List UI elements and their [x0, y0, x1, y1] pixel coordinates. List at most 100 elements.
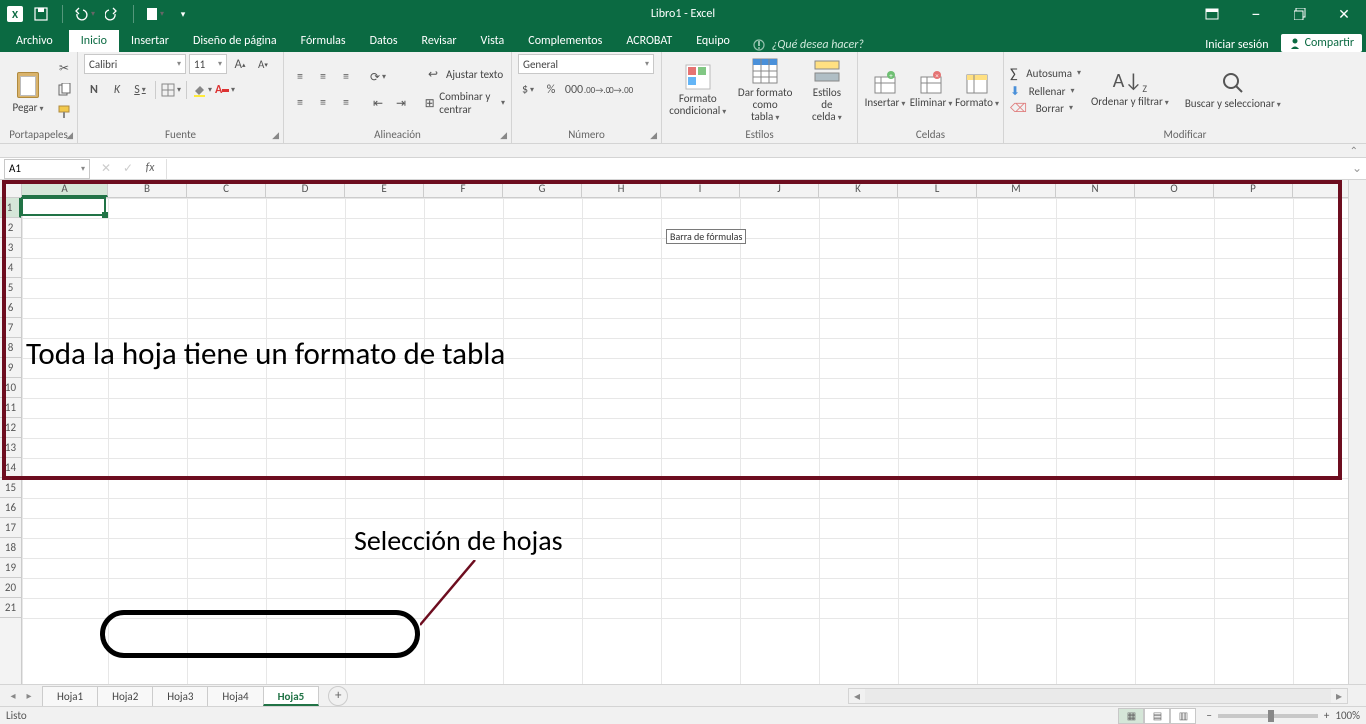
sort-filter-button[interactable]: A↓ZOrdenar y filtrar▾: [1085, 69, 1175, 110]
tab-equipo[interactable]: Equipo: [684, 30, 742, 52]
row-header-10[interactable]: 10: [0, 378, 21, 398]
row-header-3[interactable]: 3: [0, 238, 21, 258]
column-header-F[interactable]: F: [424, 180, 503, 197]
column-header-M[interactable]: M: [977, 180, 1056, 197]
row-header-14[interactable]: 14: [0, 458, 21, 478]
percent-icon[interactable]: %: [541, 80, 561, 100]
tab-acrobat[interactable]: ACROBAT: [614, 30, 684, 52]
conditional-format-button[interactable]: Formato condicional▾: [668, 61, 728, 119]
borders-icon[interactable]: ▾: [161, 80, 181, 100]
column-header-C[interactable]: C: [187, 180, 266, 197]
increase-decimal-icon[interactable]: .00→.0: [587, 80, 607, 100]
italic-button[interactable]: K: [107, 80, 127, 100]
format-cells-button[interactable]: Formato▾: [956, 69, 998, 111]
row-header-1[interactable]: 1: [0, 198, 21, 218]
sheet-tab-hoja2[interactable]: Hoja2: [97, 686, 153, 706]
fill-button[interactable]: ⬇ Rellenar▾: [1010, 84, 1081, 99]
format-painter-icon[interactable]: [54, 102, 74, 122]
zoom-level[interactable]: 100%: [1335, 709, 1360, 722]
row-header-21[interactable]: 21: [0, 598, 21, 618]
tab-insertar[interactable]: Insertar: [119, 30, 181, 52]
row-header-11[interactable]: 11: [0, 398, 21, 418]
row-header-5[interactable]: 5: [0, 278, 21, 298]
sign-in-link[interactable]: Iniciar sesión: [1193, 38, 1280, 52]
row-header-13[interactable]: 13: [0, 438, 21, 458]
dialog-launcher-icon[interactable]: ◢: [500, 130, 507, 141]
column-header-K[interactable]: K: [819, 180, 898, 197]
close-button[interactable]: ✕: [1322, 0, 1366, 28]
sheet-nav-next-icon[interactable]: ▸: [22, 689, 36, 702]
row-header-19[interactable]: 19: [0, 558, 21, 578]
decrease-indent-icon[interactable]: ⇤: [368, 93, 388, 113]
row-header-2[interactable]: 2: [0, 218, 21, 238]
comma-icon[interactable]: 000: [564, 80, 584, 100]
horizontal-scrollbar[interactable]: ◂▸: [848, 688, 1348, 704]
align-right-icon[interactable]: ≡: [336, 93, 356, 113]
spreadsheet-grid[interactable]: ABCDEFGHIJKLMNOP 12345678910111213141516…: [0, 180, 1366, 684]
tab-inicio[interactable]: Inicio: [69, 30, 119, 52]
currency-icon[interactable]: $▾: [518, 80, 538, 100]
font-color-icon[interactable]: A▾: [215, 80, 235, 100]
tell-me[interactable]: ¿Qué desea hacer?: [742, 38, 874, 52]
row-header-8[interactable]: 8: [0, 338, 21, 358]
row-header-18[interactable]: 18: [0, 538, 21, 558]
tab-complementos[interactable]: Complementos: [516, 30, 614, 52]
delete-cells-button[interactable]: ×Eliminar▾: [910, 69, 952, 111]
tab-formulas[interactable]: Fórmulas: [289, 30, 358, 52]
dialog-launcher-icon[interactable]: ◢: [650, 130, 657, 141]
number-format-combo[interactable]: General▾: [518, 54, 654, 74]
fill-handle[interactable]: [102, 212, 108, 218]
sheet-tab-hoja5[interactable]: Hoja5: [263, 686, 320, 706]
align-middle-icon[interactable]: ≡: [313, 67, 333, 87]
column-header-H[interactable]: H: [582, 180, 661, 197]
align-center-icon[interactable]: ≡: [313, 93, 333, 113]
paste-button[interactable]: Pegar▾: [6, 64, 50, 116]
column-header-A[interactable]: A: [22, 180, 108, 197]
page-layout-view-button[interactable]: ▤: [1144, 708, 1170, 724]
column-header-O[interactable]: O: [1135, 180, 1214, 197]
underline-button[interactable]: S▾: [130, 80, 150, 100]
normal-view-button[interactable]: ▦: [1118, 708, 1144, 724]
dialog-launcher-icon[interactable]: ◢: [272, 130, 279, 141]
column-header-D[interactable]: D: [266, 180, 345, 197]
cut-icon[interactable]: ✂: [54, 58, 74, 78]
cell-styles-button[interactable]: Estilos de celda▾: [803, 55, 851, 125]
row-header-15[interactable]: 15: [0, 478, 21, 498]
column-header-E[interactable]: E: [345, 180, 424, 197]
align-left-icon[interactable]: ≡: [290, 93, 310, 113]
find-select-button[interactable]: Buscar y seleccionar▾: [1179, 68, 1287, 112]
sheet-tab-hoja3[interactable]: Hoja3: [152, 686, 208, 706]
tab-archivo[interactable]: Archivo: [0, 30, 69, 52]
zoom-slider[interactable]: [1218, 714, 1318, 718]
row-header-6[interactable]: 6: [0, 298, 21, 318]
fill-color-icon[interactable]: ▾: [192, 80, 212, 100]
increase-font-icon[interactable]: A▴: [230, 54, 250, 74]
tab-datos[interactable]: Datos: [358, 30, 410, 52]
dialog-launcher-icon[interactable]: ◢: [66, 130, 73, 141]
column-header-G[interactable]: G: [503, 180, 582, 197]
column-header-P[interactable]: P: [1214, 180, 1293, 197]
tab-vista[interactable]: Vista: [469, 30, 517, 52]
merge-center-button[interactable]: ⊞Combinar y centrar▾: [423, 90, 505, 116]
restore-button[interactable]: [1278, 0, 1322, 28]
align-top-icon[interactable]: ≡: [290, 67, 310, 87]
vertical-scrollbar[interactable]: [1348, 180, 1366, 684]
zoom-out-button[interactable]: −: [1206, 709, 1211, 722]
share-button[interactable]: Compartir: [1281, 34, 1362, 52]
sheet-nav-prev-icon[interactable]: ◂: [6, 689, 20, 702]
tab-revisar[interactable]: Revisar: [410, 30, 469, 52]
insert-function-icon[interactable]: fx: [142, 161, 158, 176]
wrap-text-button[interactable]: ↩Ajustar texto: [423, 64, 505, 84]
ribbon-display-options-icon[interactable]: [1190, 0, 1234, 28]
row-header-17[interactable]: 17: [0, 518, 21, 538]
font-name-combo[interactable]: Calibri▾: [84, 54, 186, 74]
insert-cells-button[interactable]: +Insertar▾: [864, 69, 906, 111]
page-break-view-button[interactable]: ▥: [1170, 708, 1196, 724]
bold-button[interactable]: N: [84, 80, 104, 100]
row-header-12[interactable]: 12: [0, 418, 21, 438]
column-header-J[interactable]: J: [740, 180, 819, 197]
zoom-in-button[interactable]: +: [1324, 709, 1329, 722]
align-bottom-icon[interactable]: ≡: [336, 67, 356, 87]
collapse-ribbon-icon[interactable]: ⌃: [0, 144, 1366, 158]
row-header-20[interactable]: 20: [0, 578, 21, 598]
